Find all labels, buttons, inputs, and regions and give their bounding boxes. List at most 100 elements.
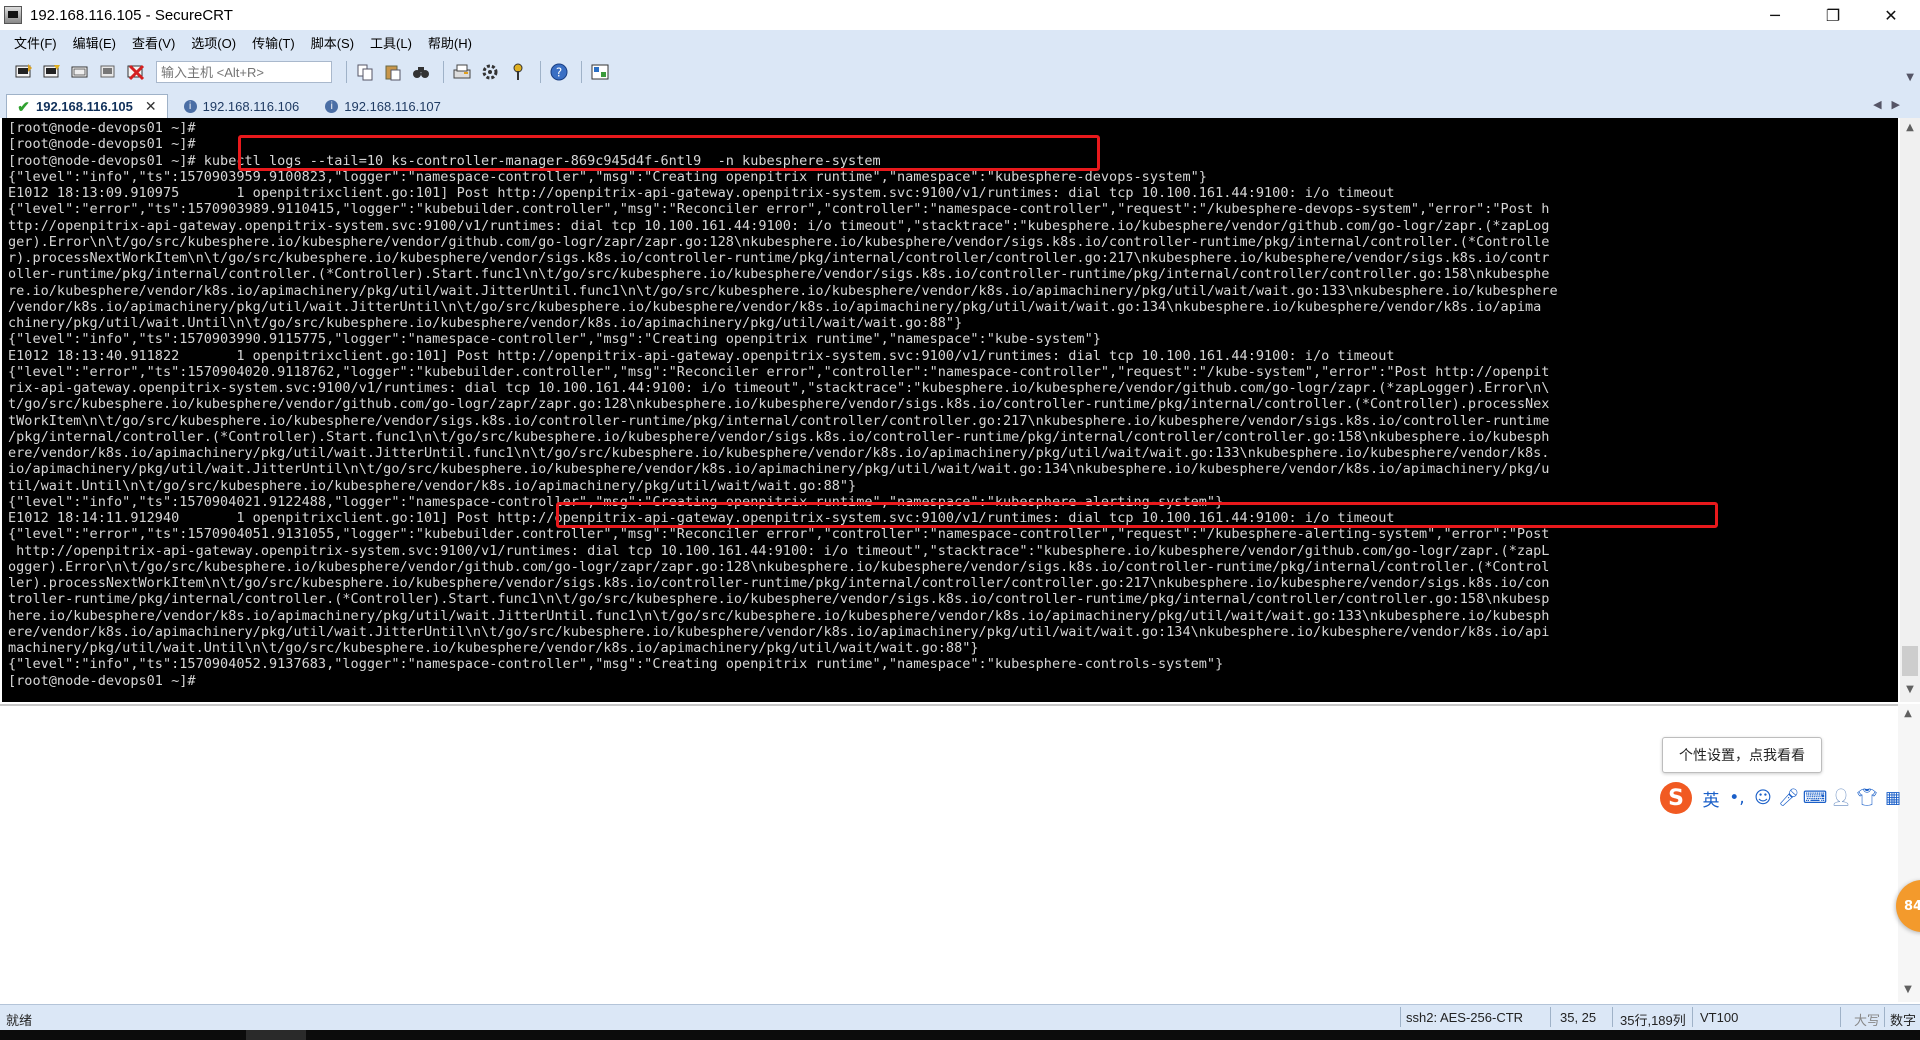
command-window-scrollbar[interactable]: ▲ ▼ (1898, 704, 1920, 1002)
tab-label: 192.168.116.106 (202, 98, 300, 114)
status-bar: 就绪 ssh2: AES-256-CTR 35, 25 35行,189列 VT1… (0, 1004, 1920, 1030)
tab-close-icon[interactable]: ✕ (145, 98, 157, 115)
terminal-line: [root@node-devops01 ~]# (8, 672, 196, 689)
menu-tools[interactable]: 工具(L) (370, 33, 412, 52)
toolbar-separator (443, 61, 444, 83)
terminal-line: tWorkItem\n\t/go/src/kubesphere.io/kubes… (8, 412, 1550, 429)
settings-button[interactable] (478, 60, 502, 84)
quick-connect-icon (43, 65, 60, 78)
terminal-line: {"level":"error","ts":1570904051.9131055… (8, 526, 1550, 543)
terminal-line: {"level":"error","ts":1570904020.9118762… (8, 363, 1550, 380)
terminal-line: [root@node-devops01 ~]# (8, 120, 196, 136)
terminal-line: /vendor/k8s.io/apimachinery/pkg/util/wai… (8, 298, 1542, 315)
terminal-line: re.io/kubesphere/vendor/k8s.io/apimachin… (8, 282, 1558, 299)
status-caps: 大写 (1854, 1013, 1881, 1028)
sftp-icon (591, 64, 609, 80)
toolbar-separator (540, 61, 541, 83)
svg-text:?: ? (556, 66, 562, 80)
ime-toolbar: S 英 •, ☺ 🎤︎ ⌨ 👤︎ 👕︎ ▦ (1660, 782, 1906, 814)
status-divider (1612, 1007, 1613, 1027)
terminal-line: ler).processNextWorkItem\n\t/go/src/kube… (8, 575, 1550, 591)
command-window[interactable] (0, 704, 1898, 1002)
ime-lang-toggle[interactable]: 英 (1698, 785, 1724, 811)
print-button[interactable] (450, 60, 474, 84)
host-input[interactable] (156, 61, 332, 83)
terminal-line: rix-api-gateway.openpitrix-system.svc:91… (8, 380, 1550, 396)
user-icon[interactable]: 👤︎ (1828, 785, 1854, 811)
copy-button[interactable] (353, 60, 377, 84)
sogou-logo-icon[interactable]: S (1660, 782, 1692, 814)
keymap-icon (513, 63, 523, 80)
terminal-line: io/apimachinery/pkg/util/wait.JitterUnti… (8, 461, 1550, 478)
tab-session-106[interactable]: i 192.168.116.106 (174, 94, 310, 118)
session-tab-bar: ✔ 192.168.116.105 ✕ i 192.168.116.106 i … (0, 90, 1920, 118)
tab-scroll-arrows-icon[interactable]: ◀▶ (1873, 98, 1910, 111)
reconnect-button[interactable] (96, 60, 120, 84)
terminal-line: http://openpitrix-api-gateway.openpitrix… (8, 542, 1550, 559)
close-button[interactable]: ✕ (1862, 0, 1920, 30)
paste-icon (385, 65, 401, 81)
keyboard-icon[interactable]: ⌨ (1802, 785, 1828, 811)
scroll-down-icon[interactable]: ▼ (1898, 984, 1918, 995)
terminal-line: t/go/src/kubesphere.io/kubesphere/vendor… (8, 396, 1550, 413)
menu-bar: 文件(F) 编辑(E) 查看(V) 选项(O) 传输(T) 脚本(S) 工具(L… (0, 30, 1920, 54)
tab-session-107[interactable]: i 192.168.116.107 (315, 94, 451, 118)
terminal-line: [root@node-devops01 ~]# kubectl logs --t… (8, 152, 881, 169)
menu-script[interactable]: 脚本(S) (311, 33, 354, 52)
terminal-line: troller-runtime/pkg/internal/controller.… (8, 591, 1550, 608)
print-icon (453, 64, 471, 79)
connect-tab-button[interactable] (68, 60, 92, 84)
info-icon: i (183, 99, 197, 113)
menu-transfer[interactable]: 传输(T) (252, 33, 295, 52)
terminal-line: ttp://openpitrix-api-gateway.openpitrix-… (8, 217, 1550, 234)
scroll-down-icon[interactable]: ▼ (1900, 684, 1920, 695)
scrollbar-thumb[interactable] (1902, 646, 1918, 676)
scroll-up-icon[interactable]: ▲ (1898, 708, 1918, 719)
terminal-line: /pkg/internal/controller.(*Controller).S… (8, 428, 1550, 445)
status-divider (1400, 1007, 1401, 1027)
menu-options[interactable]: 选项(O) (191, 33, 236, 52)
menu-view[interactable]: 查看(V) (132, 33, 175, 52)
sftp-button[interactable] (588, 60, 612, 84)
terminal-line: E1012 18:14:11.912940 1 openpitrixclient… (8, 510, 1395, 526)
find-button[interactable] (409, 60, 433, 84)
quick-connect-button[interactable] (40, 60, 64, 84)
toolbar-overflow-icon[interactable]: ▼ (1906, 72, 1914, 83)
connect-button[interactable] (12, 60, 36, 84)
terminal-line: ere/vendor/k8s.io/apimachinery/pkg/util/… (8, 445, 1550, 461)
tab-session-105[interactable]: ✔ 192.168.116.105 ✕ (6, 94, 168, 118)
emoji-icon[interactable]: ☺ (1750, 785, 1776, 811)
terminal-line: til/wait.Until\n\t/go/src/kubesphere.io/… (8, 477, 857, 494)
scroll-up-icon[interactable]: ▲ (1900, 122, 1920, 133)
toolbox-icon[interactable]: ▦ (1880, 785, 1906, 811)
disconnect-button[interactable] (124, 60, 148, 84)
taskbar-active-item[interactable] (246, 1030, 306, 1040)
voice-icon[interactable]: 🎤︎ (1776, 785, 1802, 811)
minimize-button[interactable]: ─ (1746, 0, 1804, 30)
ime-tooltip[interactable]: 个性设置，点我看看 (1662, 737, 1822, 773)
terminal-output[interactable]: [root@node-devops01 ~]# [root@node-devops… (2, 118, 1898, 702)
terminal-line: ere/vendor/k8s.io/apimachinery/pkg/util/… (8, 623, 1550, 640)
terminal-line: here.io/kubesphere/vendor/k8s.io/apimach… (8, 607, 1550, 624)
check-icon: ✔ (17, 98, 30, 116)
toolbar-separator (346, 61, 347, 83)
securecrt-window: 192.168.116.105 - SecureCRT ─ ❐ ✕ 文件(F) … (0, 0, 1920, 1040)
menu-help[interactable]: 帮助(H) (428, 33, 472, 52)
keymap-button[interactable] (506, 60, 530, 84)
restore-button[interactable]: ❐ (1804, 0, 1862, 30)
window-controls: ─ ❐ ✕ (1746, 0, 1920, 30)
help-button[interactable]: ? (547, 60, 571, 84)
ime-punct-toggle[interactable]: •, (1724, 785, 1750, 811)
terminal-line: {"level":"info","ts":1570903959.9100823,… (8, 168, 1207, 185)
settings-icon (482, 64, 498, 80)
menu-edit[interactable]: 编辑(E) (73, 33, 116, 52)
toolbar: ? ▼ (0, 54, 1920, 90)
terminal-scrollbar[interactable]: ▲ ▼ (1900, 118, 1920, 702)
skin-icon[interactable]: 👕︎ (1854, 785, 1880, 811)
terminal-line: ogger).Error\n\t/go/src/kubesphere.io/ku… (8, 558, 1550, 575)
connect-icon (15, 64, 32, 78)
menu-file[interactable]: 文件(F) (14, 33, 57, 52)
terminal-line: {"level":"info","ts":1570904052.9137683,… (8, 656, 1224, 673)
terminal-line: [root@node-devops01 ~]# (8, 136, 196, 153)
paste-button[interactable] (381, 60, 405, 84)
